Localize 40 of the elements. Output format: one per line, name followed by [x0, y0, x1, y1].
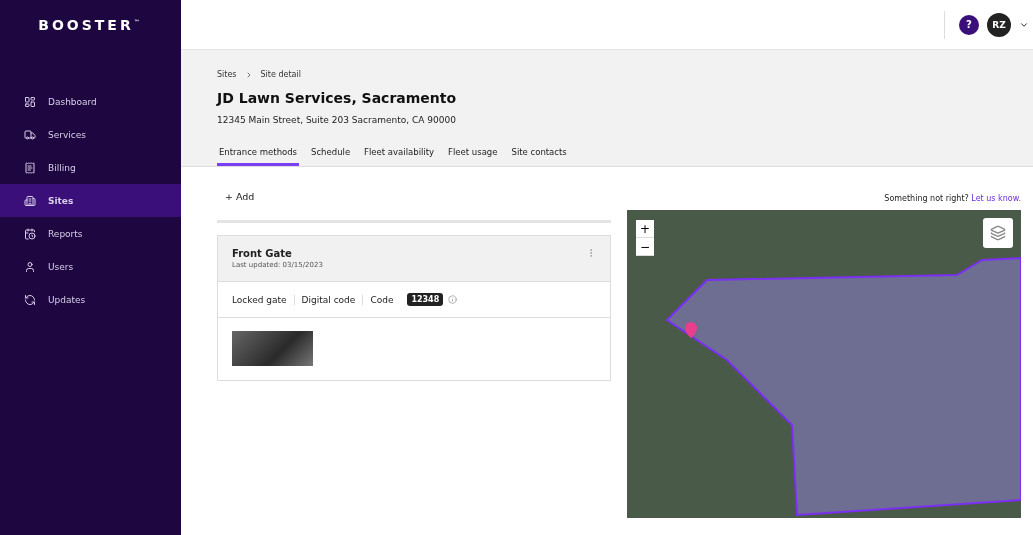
add-button[interactable]: + Add — [217, 187, 263, 206]
help-button[interactable]: ? — [959, 14, 979, 35]
layers-icon — [990, 225, 1006, 241]
feedback-text: Something not right? Let us know. — [884, 194, 1021, 203]
tab[interactable]: Fleet availability — [362, 147, 437, 166]
sidebar-item[interactable]: Billing — [0, 151, 181, 184]
zoom-in-button[interactable]: + — [636, 220, 654, 238]
logo: BOOSTER$^{™}$ — [37, 17, 144, 33]
map-pin-icon[interactable] — [685, 322, 697, 338]
tab[interactable]: Site contacts — [509, 147, 569, 166]
site-address: 12345 Main Street, Suite 203 Sacramento, CA 90000 — [217, 115, 457, 125]
code-badge: 12348 — [407, 293, 444, 306]
sidebar-item[interactable]: Sites — [0, 184, 181, 217]
truck-icon — [24, 128, 36, 141]
info-icon[interactable] — [448, 295, 458, 304]
page-title: JD Lawn Services, Sacramento — [217, 90, 458, 106]
sidebar-item[interactable]: Services — [0, 118, 181, 151]
map-view[interactable]: + − — [627, 210, 1021, 518]
user-icon — [24, 260, 36, 273]
tab[interactable]: Schedule — [309, 147, 353, 166]
tab[interactable]: Entrance methods — [217, 147, 300, 166]
refresh-icon — [24, 293, 36, 306]
layers-button[interactable] — [983, 218, 1013, 248]
sidebar-item[interactable]: Dashboard — [0, 85, 181, 118]
user-avatar[interactable]: RZ — [987, 12, 1011, 37]
entrance-attribute: Digital code — [301, 294, 364, 305]
building-icon — [24, 194, 36, 207]
breadcrumb-item[interactable]: Sites — [217, 70, 237, 79]
breadcrumb-item: Site detail — [260, 70, 301, 79]
dashboard-icon — [24, 95, 36, 108]
receipt-icon — [24, 161, 36, 174]
entrance-attribute: Locked gate — [232, 294, 295, 305]
entrance-name: Front Gate — [232, 248, 293, 259]
sidebar-item[interactable]: Users — [0, 250, 181, 283]
sidebar-item[interactable]: Reports — [0, 217, 181, 250]
code-label: Code — [370, 294, 395, 305]
calendar-icon — [24, 227, 36, 240]
feedback-link[interactable]: Let us know. — [971, 194, 1021, 203]
tab[interactable]: Fleet usage — [446, 147, 500, 166]
sidebar-item[interactable]: Updates — [0, 283, 181, 316]
